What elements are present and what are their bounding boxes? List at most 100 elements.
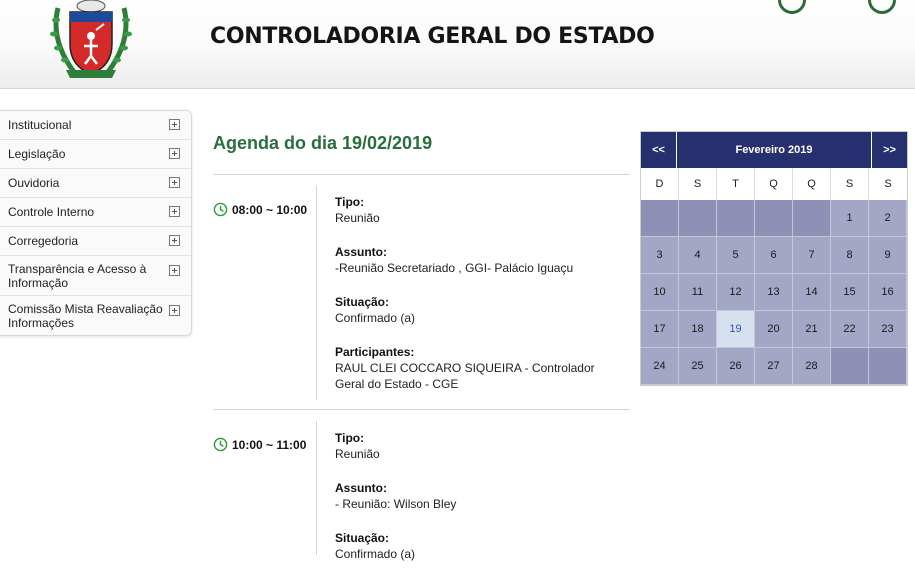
site-header: CONTROLADORIA GERAL DO ESTADO	[0, 0, 915, 89]
event-time: 08:00 ~ 10:00	[213, 202, 307, 217]
event-time-text: 10:00 ~ 11:00	[232, 437, 307, 452]
sidebar-item-corregedoria[interactable]: Corregedoria	[0, 227, 191, 256]
calendar-day[interactable]: 13	[755, 274, 793, 311]
calendar-weekday: S	[884, 178, 892, 190]
calendar-day[interactable]: 14	[793, 274, 831, 311]
calendar-day[interactable]: 27	[755, 348, 793, 385]
site-title: CONTROLADORIA GERAL DO ESTADO	[210, 24, 655, 49]
assunto-value: - Reunião: Wilson Bley	[335, 497, 457, 511]
calendar-days-grid: 1 2 3 4 5 6 7 8 9 10 11 12 13 14 15 16 17 18 19 20 21 22 23 24 2…	[641, 200, 907, 385]
divider	[213, 174, 630, 175]
agenda-title: Agenda do dia 19/02/2019	[213, 133, 433, 153]
assunto-label: Assunto:	[335, 481, 387, 495]
calendar-day[interactable]: 1	[831, 200, 869, 237]
tipo-value: Reunião	[335, 211, 380, 225]
calendar-widget: << Fevereiro 2019 >> DSTQQSS 1 2 3 4 5 6 7 8 9 10…	[640, 131, 908, 386]
calendar-day[interactable]: 23	[869, 311, 907, 348]
calendar-day[interactable]: 17	[641, 311, 679, 348]
situacao-label: Situação:	[335, 295, 390, 309]
calendar-day[interactable]: 8	[831, 237, 869, 274]
calendar-empty-cell	[717, 200, 755, 237]
clock-icon	[213, 202, 228, 217]
sidebar-item-ouvidoria[interactable]: Ouvidoria	[0, 169, 191, 198]
calendar-day[interactable]: 24	[641, 348, 679, 385]
calendar-weekday: Q	[793, 168, 831, 200]
assunto-label: Assunto:	[335, 245, 387, 259]
vertical-divider	[316, 421, 317, 555]
calendar-empty-cell	[755, 200, 793, 237]
expand-plus-icon[interactable]	[169, 265, 180, 276]
sidebar-item-comissao-mista[interactable]: Comissão Mista Reavaliação Informações	[0, 296, 191, 335]
participantes-label: Participantes:	[335, 345, 415, 359]
calendar-day[interactable]: 18	[679, 311, 717, 348]
calendar-day[interactable]: 12	[717, 274, 755, 311]
event-time-text: 08:00 ~ 10:00	[232, 202, 308, 217]
vertical-divider	[316, 186, 317, 400]
calendar-day[interactable]: 3	[641, 237, 679, 274]
divider	[213, 409, 630, 410]
event-time: 10:00 ~ 11:00	[213, 437, 306, 452]
participantes-value: RAUL CLEI COCCARO SIQUEIRA - Controlador…	[335, 361, 595, 391]
situacao-label: Situação:	[335, 531, 390, 545]
expand-plus-icon[interactable]	[169, 206, 180, 217]
calendar-day[interactable]: 21	[793, 311, 831, 348]
sidebar-item-label: Controle Interno	[8, 205, 95, 219]
calendar-prev-button[interactable]: <<	[641, 132, 676, 168]
calendar-day-selected[interactable]: 19	[717, 311, 755, 348]
sidebar-item-label: Corregedoria	[8, 234, 79, 248]
situacao-value: Confirmado (a)	[335, 547, 416, 561]
calendar-weekday: S	[679, 168, 717, 200]
calendar-day[interactable]: 7	[793, 237, 831, 274]
sidebar-item-label: Ouvidoria	[8, 176, 60, 190]
calendar-empty-cell	[641, 200, 679, 237]
calendar-empty-cell	[831, 348, 869, 385]
calendar-month-title: Fevereiro 2019	[676, 132, 872, 168]
calendar-weekday: S	[831, 168, 869, 200]
situacao-value: Confirmado (a)	[335, 311, 416, 325]
tipo-label: Tipo:	[335, 195, 365, 209]
social-icon[interactable]	[868, 0, 896, 14]
calendar-day[interactable]: 9	[869, 237, 907, 274]
sidebar-menu: Institucional Legislação Ouvidoria Contr…	[0, 110, 192, 336]
calendar-day[interactable]: 20	[755, 311, 793, 348]
clock-icon	[213, 437, 228, 452]
sidebar-item-label: Transparência e Acesso à Informação	[8, 261, 147, 290]
calendar-day[interactable]: 15	[831, 274, 869, 311]
event-details: Tipo: Reunião Assunto: -Reunião Secretar…	[335, 194, 620, 410]
parana-coat-of-arms-icon[interactable]	[48, 0, 134, 80]
tipo-value: Reunião	[335, 447, 380, 461]
expand-plus-icon[interactable]	[169, 148, 180, 159]
sidebar-item-label: Legislação	[8, 147, 66, 161]
calendar-day[interactable]: 25	[679, 348, 717, 385]
sidebar-item-institucional[interactable]: Institucional	[0, 111, 191, 140]
sidebar-item-legislacao[interactable]: Legislação	[0, 140, 191, 169]
event-details: Tipo: Reunião Assunto: - Reunião: Wilson…	[335, 430, 620, 580]
calendar-weekday: D	[641, 168, 679, 200]
calendar-day[interactable]: 16	[869, 274, 907, 311]
calendar-day[interactable]: 11	[679, 274, 717, 311]
calendar-day[interactable]: 28	[793, 348, 831, 385]
calendar-weekday: Q	[755, 168, 793, 200]
social-icon[interactable]	[778, 0, 806, 14]
calendar-day[interactable]: 22	[831, 311, 869, 348]
calendar-day[interactable]: 10	[641, 274, 679, 311]
calendar-empty-cell	[869, 348, 907, 385]
tipo-label: Tipo:	[335, 431, 365, 445]
calendar-next-button[interactable]: >>	[872, 132, 907, 168]
calendar-day[interactable]: 5	[717, 237, 755, 274]
calendar-empty-cell	[679, 200, 717, 237]
sidebar-item-controle-interno[interactable]: Controle Interno	[0, 198, 191, 227]
calendar-day[interactable]: 6	[755, 237, 793, 274]
sidebar-item-transparencia[interactable]: Transparência e Acesso à Informação	[0, 256, 191, 296]
expand-plus-icon[interactable]	[169, 235, 180, 246]
expand-plus-icon[interactable]	[169, 119, 180, 130]
calendar-day[interactable]: 26	[717, 348, 755, 385]
calendar-weekday: T	[717, 168, 755, 200]
calendar-weekdays: DSTQQSS	[641, 168, 907, 200]
expand-plus-icon[interactable]	[169, 177, 180, 188]
calendar-day[interactable]: 2	[869, 200, 907, 237]
sidebar-item-label: Comissão Mista Reavaliação Informações	[8, 301, 163, 330]
calendar-day[interactable]: 4	[679, 237, 717, 274]
expand-plus-icon[interactable]	[169, 305, 180, 316]
calendar-empty-cell	[793, 200, 831, 237]
